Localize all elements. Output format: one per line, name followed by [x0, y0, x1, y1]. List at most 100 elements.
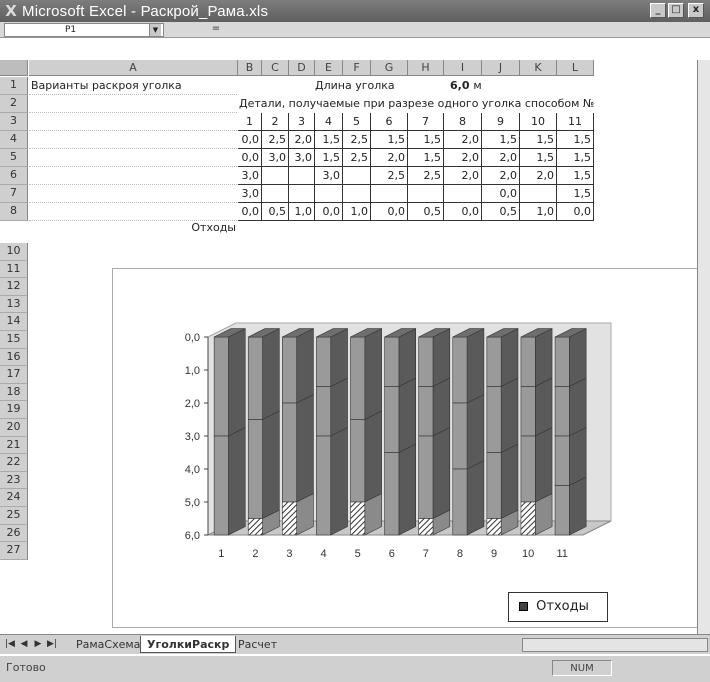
row-header-20[interactable]: 20 — [0, 419, 28, 437]
method-number-cell[interactable]: 11 — [557, 113, 594, 131]
equals-button[interactable]: = — [206, 23, 226, 37]
row-header-11[interactable]: 11 — [0, 260, 28, 279]
waste-value-cell[interactable]: 1,0 — [289, 203, 315, 221]
part-length-cell[interactable]: 3,0 — [238, 185, 262, 203]
chevron-down-icon[interactable]: ▼ — [149, 24, 161, 36]
cell-a1[interactable]: Варианты раскроя уголка — [31, 77, 182, 95]
method-number-cell[interactable]: 10 — [520, 113, 557, 131]
column-header-d[interactable]: D — [289, 60, 315, 76]
close-button[interactable]: x — [688, 3, 704, 18]
row-header-27[interactable]: 27 — [0, 542, 28, 560]
select-all-corner[interactable] — [0, 60, 28, 76]
row-header-8[interactable]: 8 — [0, 203, 28, 221]
part-length-cell[interactable]: 1,5 — [482, 131, 520, 149]
waste-value-cell[interactable]: 0,5 — [262, 203, 289, 221]
part-length-cell[interactable]: 2,5 — [343, 149, 371, 167]
waste-value-cell[interactable]: 0,0 — [371, 203, 408, 221]
column-header-e[interactable]: E — [315, 60, 343, 76]
row-header-6[interactable]: 6 — [0, 167, 28, 185]
part-length-cell[interactable] — [262, 185, 289, 203]
column-header-k[interactable]: K — [520, 60, 557, 76]
cell-d1[interactable]: Длина уголка — [315, 77, 395, 95]
part-length-cell[interactable]: 2,5 — [343, 131, 371, 149]
part-length-cell[interactable]: 2,0 — [444, 131, 482, 149]
row-header-21[interactable]: 21 — [0, 436, 28, 455]
part-length-cell[interactable]: 1,5 — [371, 131, 408, 149]
cell-b2-header[interactable]: Детали, получаемые при разрезе одного уг… — [239, 95, 594, 113]
row-header-13[interactable]: 13 — [0, 295, 28, 314]
part-length-cell[interactable]: 1,5 — [315, 131, 343, 149]
next-sheet-button[interactable]: ▶ — [32, 638, 44, 651]
method-number-cell[interactable]: 8 — [444, 113, 482, 131]
column-header-c[interactable]: C — [262, 60, 289, 76]
part-length-cell[interactable]: 1,5 — [520, 131, 557, 149]
part-length-cell[interactable]: 3,0 — [289, 149, 315, 167]
part-length-cell[interactable]: 1,5 — [408, 149, 444, 167]
row-header-22[interactable]: 22 — [0, 454, 28, 472]
part-length-cell[interactable]: 2,0 — [520, 167, 557, 185]
part-length-cell[interactable] — [444, 185, 482, 203]
row-header-26[interactable]: 26 — [0, 524, 28, 543]
prev-sheet-button[interactable]: ◀ — [18, 638, 30, 651]
row-header-4[interactable]: 4 — [0, 131, 28, 149]
waste-value-cell[interactable]: 0,5 — [408, 203, 444, 221]
method-number-cell[interactable]: 9 — [482, 113, 520, 131]
part-length-cell[interactable]: 3,0 — [262, 149, 289, 167]
last-sheet-button[interactable]: ▶| — [46, 638, 58, 651]
tab-raschet[interactable]: Расчет — [232, 636, 283, 653]
row-header-25[interactable]: 25 — [0, 507, 28, 525]
part-length-cell[interactable]: 1,5 — [408, 131, 444, 149]
row-header-23[interactable]: 23 — [0, 471, 28, 490]
part-length-cell[interactable]: 2,5 — [408, 167, 444, 185]
part-length-cell[interactable]: 1,5 — [557, 149, 594, 167]
part-length-cell[interactable] — [343, 185, 371, 203]
part-length-cell[interactable]: 2,0 — [444, 167, 482, 185]
column-header-j[interactable]: J — [482, 60, 520, 76]
part-length-cell[interactable] — [343, 167, 371, 185]
column-header-a[interactable]: A — [29, 60, 238, 76]
part-length-cell[interactable]: 1,5 — [520, 149, 557, 167]
waste-value-cell[interactable]: 0,5 — [482, 203, 520, 221]
row-header-5[interactable]: 5 — [0, 149, 28, 167]
part-length-cell[interactable] — [262, 167, 289, 185]
column-header-f[interactable]: F — [343, 60, 371, 76]
part-length-cell[interactable]: 1,5 — [315, 149, 343, 167]
chart-area[interactable]: 0,0 1,0 2,0 3,0 4,0 5,0 6,0 1 2 3 4 5 6 7 8 9 10 11 — [112, 268, 700, 628]
part-length-cell[interactable]: 1,5 — [557, 131, 594, 149]
part-length-cell[interactable]: 0,0 — [482, 185, 520, 203]
part-length-cell[interactable]: 2,0 — [289, 131, 315, 149]
part-length-cell[interactable] — [408, 185, 444, 203]
method-number-cell[interactable]: 2 — [262, 113, 289, 131]
part-length-cell[interactable]: 2,0 — [482, 149, 520, 167]
row-header-17[interactable]: 17 — [0, 366, 28, 384]
row-header-1[interactable]: 1 — [0, 77, 28, 95]
method-number-cell[interactable]: 1 — [238, 113, 262, 131]
row-header-19[interactable]: 19 — [0, 401, 28, 419]
part-length-cell[interactable]: 2,0 — [371, 149, 408, 167]
waste-value-cell[interactable]: 0,0 — [238, 203, 262, 221]
column-header-l[interactable]: L — [557, 60, 594, 76]
row-header-2[interactable]: 2 — [0, 95, 28, 113]
waste-value-cell[interactable]: 1,0 — [343, 203, 371, 221]
column-header-h[interactable]: H — [408, 60, 444, 76]
row-header-3[interactable]: 3 — [0, 113, 28, 131]
tab-ugolki-raskr[interactable]: УголкиРаскр — [140, 636, 237, 653]
waste-value-cell[interactable]: 0,0 — [315, 203, 343, 221]
part-length-cell[interactable] — [289, 185, 315, 203]
horizontal-scrollbar[interactable] — [522, 638, 708, 652]
part-length-cell[interactable]: 1,5 — [557, 167, 594, 185]
maximize-button[interactable]: □ — [668, 3, 684, 18]
method-number-cell[interactable]: 5 — [343, 113, 371, 131]
method-number-cell[interactable]: 7 — [408, 113, 444, 131]
part-length-cell[interactable]: 3,0 — [315, 167, 343, 185]
method-number-cell[interactable]: 6 — [371, 113, 408, 131]
part-length-cell[interactable]: 2,5 — [371, 167, 408, 185]
waste-value-cell[interactable]: 1,0 — [520, 203, 557, 221]
column-header-i[interactable]: I — [444, 60, 482, 76]
column-header-g[interactable]: G — [371, 60, 408, 76]
waste-value-cell[interactable]: 0,0 — [444, 203, 482, 221]
row-header-24[interactable]: 24 — [0, 489, 28, 507]
row-header-12[interactable]: 12 — [0, 278, 28, 296]
row-header-7[interactable]: 7 — [0, 185, 28, 203]
part-length-cell[interactable]: 0,0 — [238, 131, 262, 149]
